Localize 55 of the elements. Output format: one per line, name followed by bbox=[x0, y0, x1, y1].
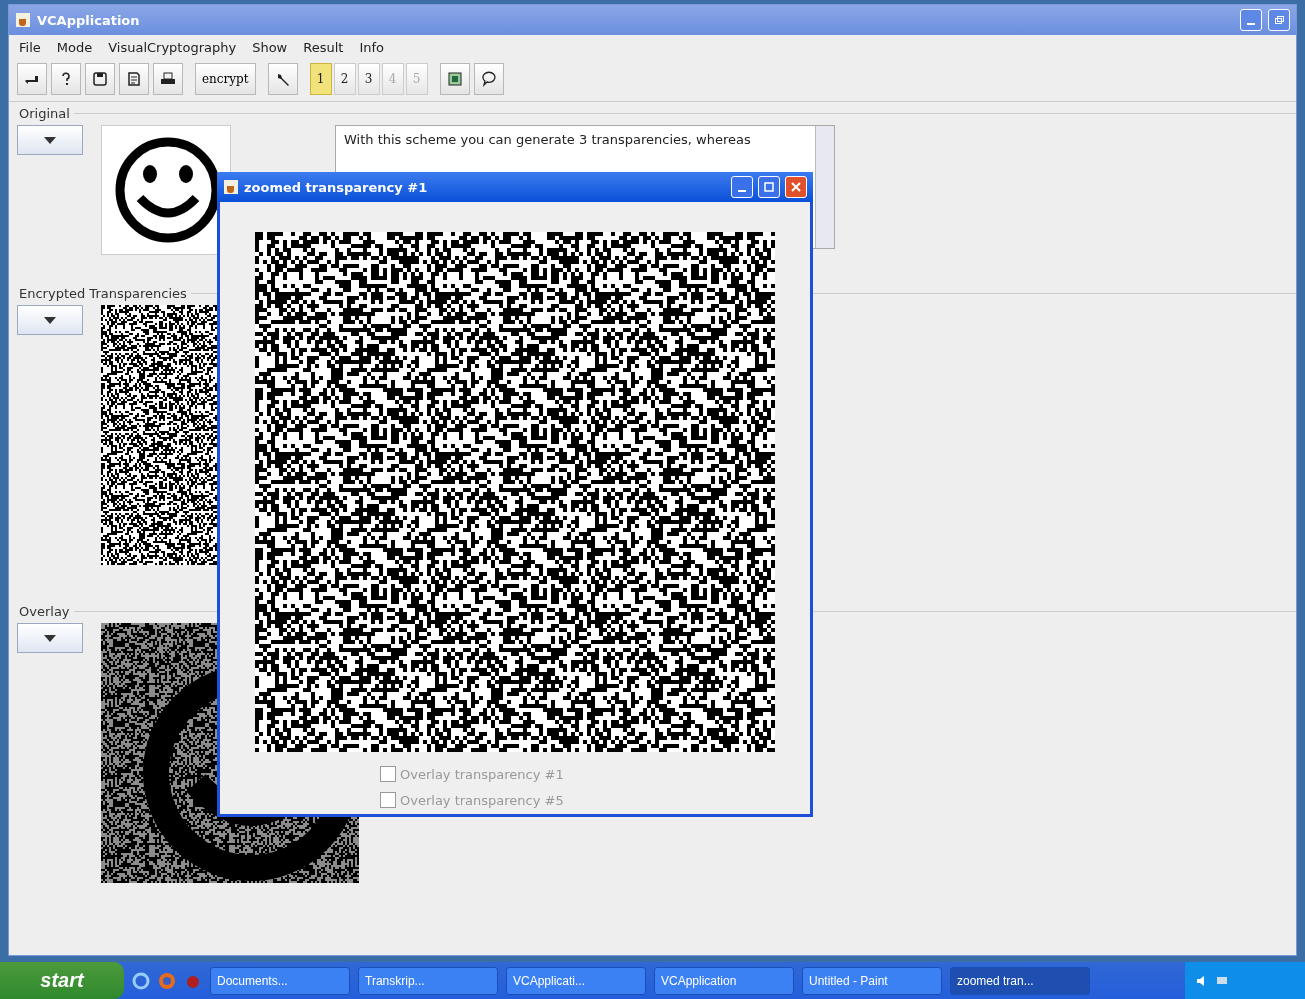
description-text: With this scheme you can generate 3 transparencies, whereas bbox=[344, 132, 752, 147]
taskbar-button[interactable]: Untitled - Paint bbox=[802, 966, 942, 995]
start-button[interactable]: start bbox=[0, 962, 124, 999]
minimize-button[interactable] bbox=[1240, 9, 1262, 31]
print-button[interactable] bbox=[153, 63, 183, 95]
zoom-window-title: zoomed transparency #1 bbox=[244, 179, 428, 195]
taskbar-button[interactable]: Transkrip... bbox=[358, 966, 498, 995]
exit-button[interactable] bbox=[17, 63, 47, 95]
maximize-icon bbox=[764, 182, 774, 192]
caret-icon bbox=[44, 136, 56, 144]
section-title: Encrypted Transparencies bbox=[19, 286, 187, 301]
image-button[interactable] bbox=[439, 63, 470, 95]
browser-icon[interactable] bbox=[132, 971, 150, 990]
save-button[interactable] bbox=[85, 63, 115, 95]
speech-bubble-icon bbox=[480, 71, 497, 87]
maximize-button[interactable] bbox=[758, 176, 780, 198]
close-button[interactable] bbox=[785, 176, 807, 198]
dropdown-button[interactable] bbox=[17, 305, 83, 335]
coffee-cup-icon bbox=[223, 179, 239, 195]
taskbar-button[interactable]: zoomed tran... bbox=[950, 966, 1090, 995]
menu-item[interactable]: File bbox=[19, 40, 41, 55]
picture-icon bbox=[446, 71, 463, 87]
page-button[interactable]: 3 bbox=[357, 63, 380, 95]
taskbar-button[interactable]: Documents... bbox=[210, 966, 350, 995]
taskbar-button[interactable]: VCApplication bbox=[654, 966, 794, 995]
caret-icon bbox=[44, 316, 56, 324]
coffee-cup-icon bbox=[15, 12, 31, 28]
dropdown-button[interactable] bbox=[17, 623, 83, 653]
section-title: Original bbox=[19, 106, 70, 121]
section-title: Overlay bbox=[19, 604, 70, 619]
minimize-button[interactable] bbox=[731, 176, 753, 198]
menu-item[interactable]: Info bbox=[359, 40, 385, 55]
minimize-icon bbox=[738, 190, 746, 192]
menu-item[interactable]: VisualCryptography bbox=[108, 40, 237, 55]
help-button[interactable] bbox=[51, 63, 81, 95]
taskbar-button[interactable]: VCApplicati... bbox=[506, 966, 646, 995]
page-button[interactable]: 1 bbox=[309, 63, 332, 95]
restore-button[interactable] bbox=[1268, 9, 1290, 31]
encrypt-button[interactable]: encrypt bbox=[195, 63, 256, 95]
comment-button[interactable] bbox=[473, 63, 504, 95]
menu-item[interactable]: Show bbox=[252, 40, 288, 55]
caret-icon bbox=[44, 634, 56, 642]
window-title: VCApplication bbox=[37, 12, 140, 28]
minimize-icon bbox=[1247, 23, 1255, 25]
menu-item[interactable]: Result bbox=[303, 40, 344, 55]
dropdown-button[interactable] bbox=[17, 125, 83, 155]
scrollbar[interactable] bbox=[815, 126, 834, 248]
tool-button[interactable] bbox=[267, 63, 298, 95]
restore-icon bbox=[1274, 15, 1284, 25]
menu-item[interactable]: Mode bbox=[56, 40, 93, 55]
page-button[interactable]: 2 bbox=[333, 63, 356, 95]
close-icon bbox=[791, 182, 801, 192]
document-icon bbox=[126, 71, 142, 87]
export-button[interactable] bbox=[119, 63, 149, 95]
printer-icon bbox=[160, 71, 176, 87]
